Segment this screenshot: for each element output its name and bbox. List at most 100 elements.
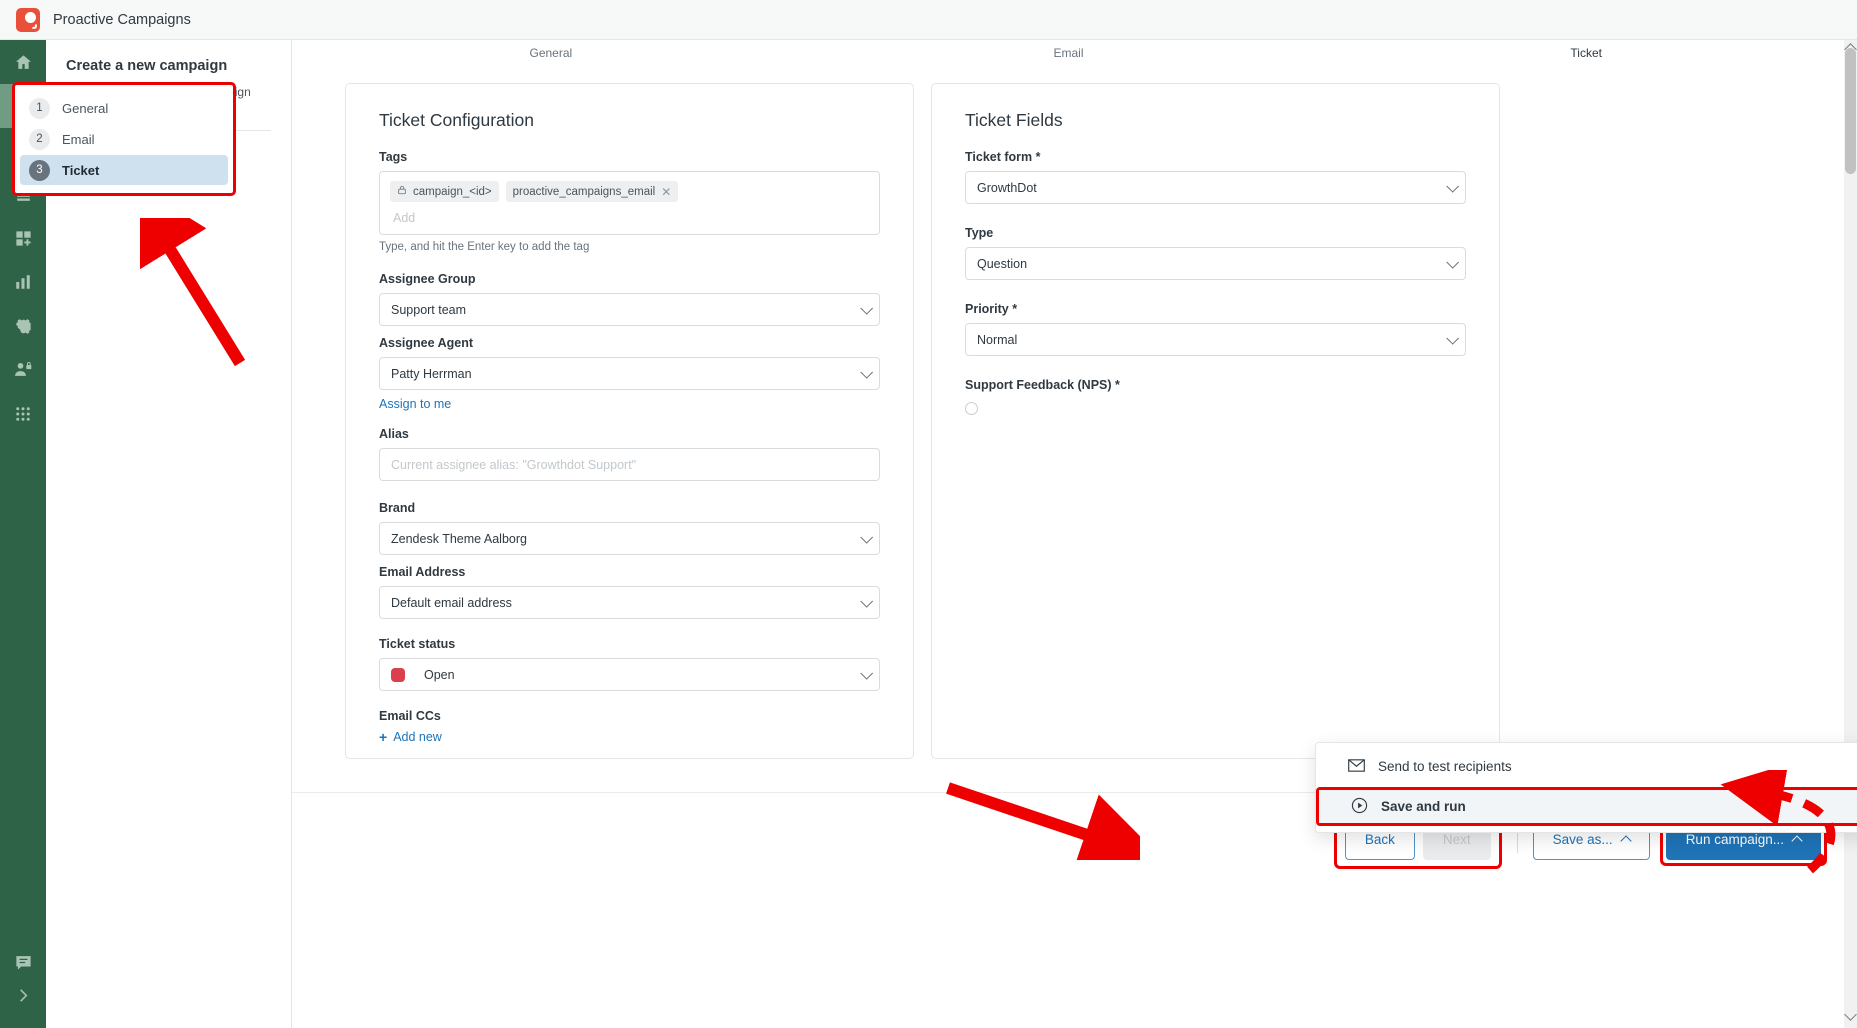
steps-highlight-box: 1 General 2 Email 3 Ticket bbox=[12, 82, 236, 196]
type-select[interactable]: Question bbox=[965, 247, 1466, 280]
menu-item-send-to-test-recipients[interactable]: Send to test recipients bbox=[1316, 750, 1857, 783]
page-title: Create a new campaign bbox=[66, 58, 228, 74]
ticket-fields-card: Ticket Fields Ticket form * GrowthDot Ty… bbox=[931, 83, 1500, 759]
rail-item-add-blocks[interactable] bbox=[0, 216, 46, 260]
assignee-agent-field: Assignee Agent Patty Herrman Assign to m… bbox=[379, 336, 880, 413]
nps-label: Support Feedback (NPS) * bbox=[965, 378, 1120, 392]
tag-label: proactive_campaigns_email bbox=[512, 185, 656, 198]
chevron-right-icon bbox=[15, 987, 32, 1004]
priority-value: Normal bbox=[977, 332, 1018, 347]
menu-item-label: Save and run bbox=[1381, 799, 1466, 814]
rail-item-permissions[interactable] bbox=[0, 348, 46, 392]
tags-hint: Type, and hit the Enter key to add the t… bbox=[379, 241, 590, 253]
priority-label: Priority * bbox=[965, 302, 1018, 316]
type-value: Question bbox=[977, 256, 1028, 271]
priority-field: Priority * Normal bbox=[965, 302, 1466, 356]
sidebar-item-general[interactable]: 1 General bbox=[20, 93, 228, 123]
menu-item-label: Send to test recipients bbox=[1378, 759, 1512, 774]
run-campaign-label: Run campaign... bbox=[1685, 832, 1784, 847]
proactive-campaigns-logo-icon bbox=[16, 7, 40, 32]
assignee-group-label: Assignee Group bbox=[379, 272, 476, 286]
nps-field: Support Feedback (NPS) * bbox=[965, 378, 1466, 415]
tab-general[interactable]: General bbox=[292, 46, 810, 60]
tags-field: Tags campaign_<id> proactive_campaigns_e… bbox=[379, 150, 880, 253]
step-number: 1 bbox=[29, 97, 50, 119]
chevron-down-icon bbox=[1446, 331, 1460, 345]
tag-add-input[interactable]: Add bbox=[393, 211, 869, 225]
grid-apps-icon bbox=[14, 405, 32, 423]
sidebar-item-label: Ticket bbox=[62, 162, 100, 178]
rail-item-support-chat[interactable] bbox=[0, 940, 46, 984]
sidebar-item-label: General bbox=[62, 100, 109, 116]
menu-item-save-and-run[interactable]: Save and run bbox=[1319, 790, 1857, 823]
home-icon bbox=[14, 53, 33, 72]
assignee-group-value: Support team bbox=[391, 302, 467, 317]
rail-item-reports[interactable] bbox=[0, 260, 46, 304]
page-scrollbar-track[interactable] bbox=[1844, 40, 1857, 1028]
chevron-down-icon bbox=[1446, 255, 1460, 269]
tab-email[interactable]: Email bbox=[810, 46, 1328, 60]
chevron-up-icon bbox=[1620, 835, 1632, 847]
tab-ticket[interactable]: Ticket bbox=[1327, 46, 1845, 60]
nps-radio[interactable] bbox=[965, 402, 978, 415]
main-canvas: Ticket Configuration Tags campaign_<id> … bbox=[292, 66, 1845, 792]
ticket-form-field: Ticket form * GrowthDot bbox=[965, 150, 1466, 204]
alias-label: Alias bbox=[379, 427, 409, 441]
sidebar-item-label: Email bbox=[62, 131, 95, 147]
envelope-icon bbox=[1348, 758, 1365, 775]
sidebar-item-ticket[interactable]: 3 Ticket bbox=[20, 155, 228, 185]
tags-input-box[interactable]: campaign_<id> proactive_campaigns_email … bbox=[379, 171, 880, 235]
app-title: Proactive Campaigns bbox=[53, 11, 191, 28]
rail-item-settings[interactable] bbox=[0, 304, 46, 348]
tags-label: Tags bbox=[379, 150, 408, 164]
assignee-agent-value: Patty Herrman bbox=[391, 366, 472, 381]
email-ccs-add-label: Add new bbox=[393, 730, 442, 744]
alias-placeholder: Current assignee alias: "Growthdot Suppo… bbox=[391, 457, 637, 472]
email-ccs-field: Email CCs + Add new bbox=[379, 709, 880, 747]
user-lock-icon bbox=[13, 360, 33, 380]
priority-select[interactable]: Normal bbox=[965, 323, 1466, 356]
gear-icon bbox=[14, 317, 33, 336]
ticket-status-field: Ticket status Open bbox=[379, 637, 880, 691]
chevron-up-icon bbox=[1791, 835, 1803, 847]
step-number: 2 bbox=[29, 128, 50, 150]
chevron-down-icon bbox=[860, 365, 874, 379]
tag-chip-removable: proactive_campaigns_email ✕ bbox=[505, 181, 679, 202]
assignee-agent-select[interactable]: Patty Herrman bbox=[379, 357, 880, 390]
tags-list: campaign_<id> proactive_campaigns_email … bbox=[390, 181, 869, 202]
remove-tag-icon[interactable]: ✕ bbox=[661, 185, 671, 199]
assignee-agent-label: Assignee Agent bbox=[379, 336, 474, 350]
tag-label: campaign_<id> bbox=[413, 185, 492, 198]
ticket-configuration-card: Ticket Configuration Tags campaign_<id> … bbox=[345, 83, 914, 759]
campaign-tabstrip: General Email Ticket bbox=[292, 40, 1845, 66]
rail-item-apps[interactable] bbox=[0, 392, 46, 436]
ticket-form-select[interactable]: GrowthDot bbox=[965, 171, 1466, 204]
save-as-label: Save as... bbox=[1552, 832, 1613, 847]
alias-field: Alias Current assignee alias: "Growthdot… bbox=[379, 427, 880, 481]
brand-select[interactable]: Zendesk Theme Aalborg bbox=[379, 522, 880, 555]
save-and-run-highlight-box: Save and run bbox=[1316, 787, 1857, 826]
ticket-status-select[interactable]: Open bbox=[379, 658, 880, 691]
assign-to-me-link[interactable]: Assign to me bbox=[379, 397, 451, 411]
email-ccs-add-new-button[interactable]: + Add new bbox=[379, 729, 442, 745]
sidebar-item-email[interactable]: 2 Email bbox=[20, 124, 228, 154]
chevron-down-icon bbox=[860, 530, 874, 544]
email-address-select[interactable]: Default email address bbox=[379, 586, 880, 619]
ticket-form-label: Ticket form * bbox=[965, 150, 1041, 164]
ticket-fields-title: Ticket Fields bbox=[965, 110, 1063, 130]
type-field: Type Question bbox=[965, 226, 1466, 280]
assignee-group-select[interactable]: Support team bbox=[379, 293, 880, 326]
status-color-dot bbox=[391, 667, 405, 682]
alias-input[interactable]: Current assignee alias: "Growthdot Suppo… bbox=[379, 448, 880, 481]
plus-icon: + bbox=[379, 729, 388, 745]
page-scrollbar-thumb[interactable] bbox=[1845, 48, 1856, 174]
step-number: 3 bbox=[29, 159, 50, 181]
add-blocks-icon bbox=[14, 229, 33, 248]
run-campaign-menu: Send to test recipients Save and run bbox=[1315, 742, 1857, 833]
rail-item-expand[interactable] bbox=[0, 984, 46, 1028]
rail-item-home[interactable] bbox=[0, 40, 46, 84]
bar-chart-icon bbox=[14, 273, 32, 291]
chevron-down-icon bbox=[860, 301, 874, 315]
email-address-label: Email Address bbox=[379, 565, 466, 579]
ticket-status-value: Open bbox=[424, 667, 455, 682]
